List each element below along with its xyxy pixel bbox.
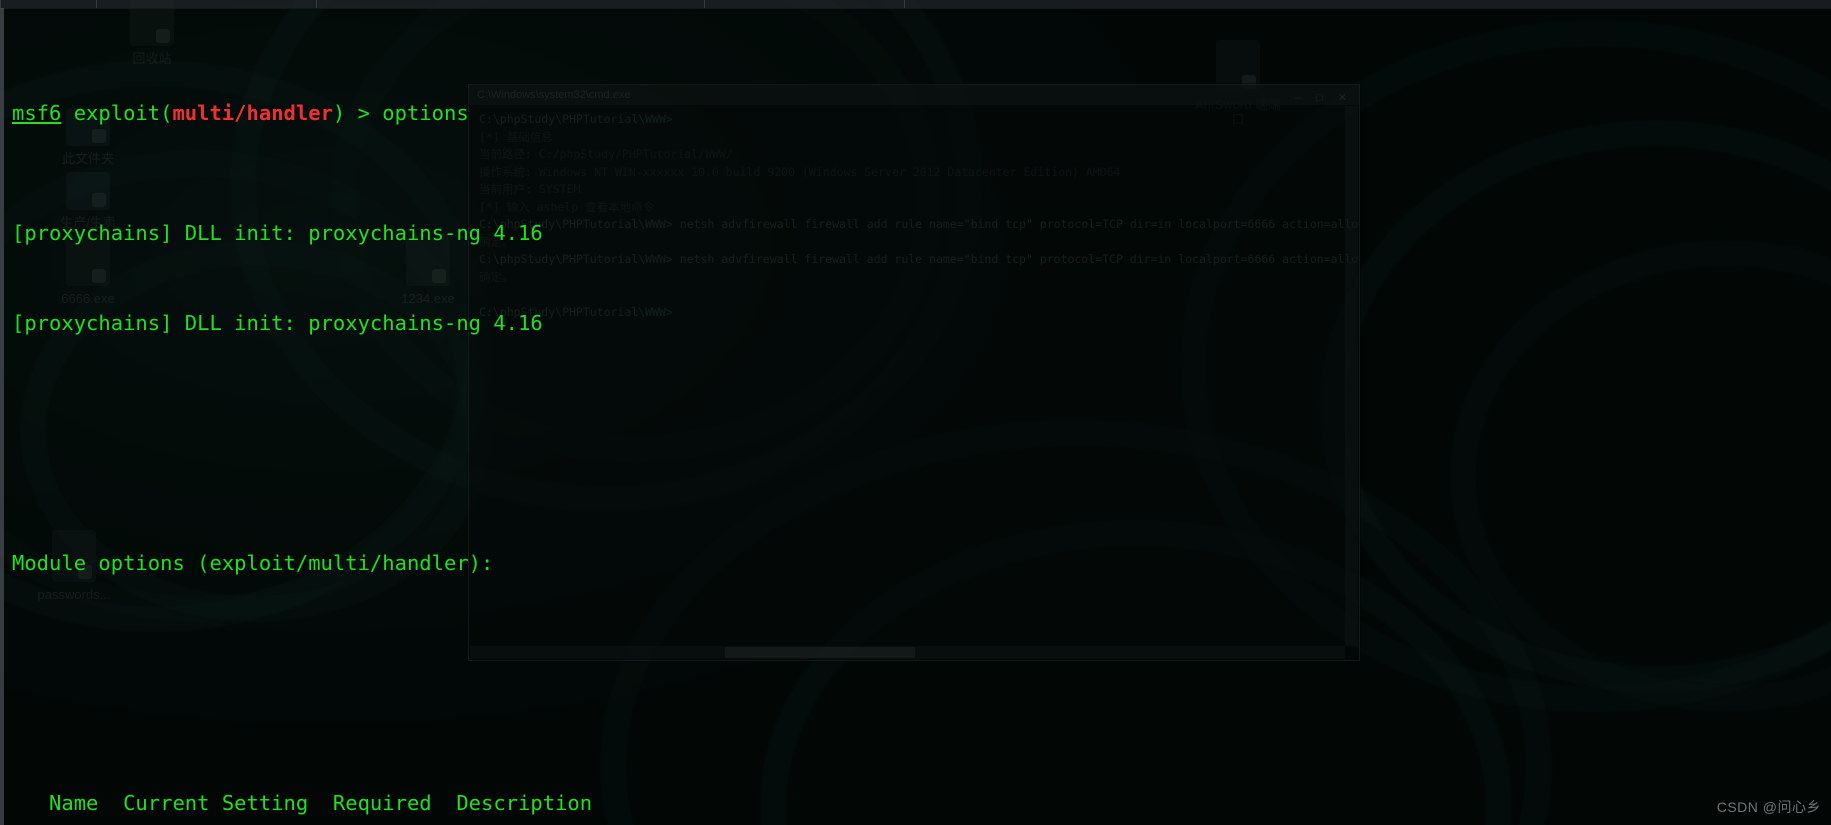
- prompt-line: msf6 exploit(multi/handler) > options: [4, 98, 1831, 128]
- module-options-heading: Module options (exploit/multi/handler):: [12, 551, 494, 575]
- msf-terminal[interactable]: msf6 exploit(multi/handler) > options [p…: [0, 8, 1831, 825]
- prompt-user: msf6: [12, 101, 62, 125]
- prompt-command: ) > options: [332, 101, 469, 125]
- csdn-watermark: CSDN @问心乡: [1716, 799, 1821, 815]
- prompt-exploit: exploit(: [61, 101, 173, 125]
- prompt-module-name: multi/handler: [172, 101, 333, 125]
- screenshot-root: 回收站 6666.exe 1234.exe 此文件夹 生产/生卖 passwor…: [0, 0, 1831, 825]
- proxychains-line-2: [proxychains] DLL init: proxychains-ng 4…: [12, 311, 543, 335]
- proxychains-line-1: [proxychains] DLL init: proxychains-ng 4…: [12, 221, 543, 245]
- module-table-header: Name Current Setting Required Descriptio…: [12, 791, 593, 815]
